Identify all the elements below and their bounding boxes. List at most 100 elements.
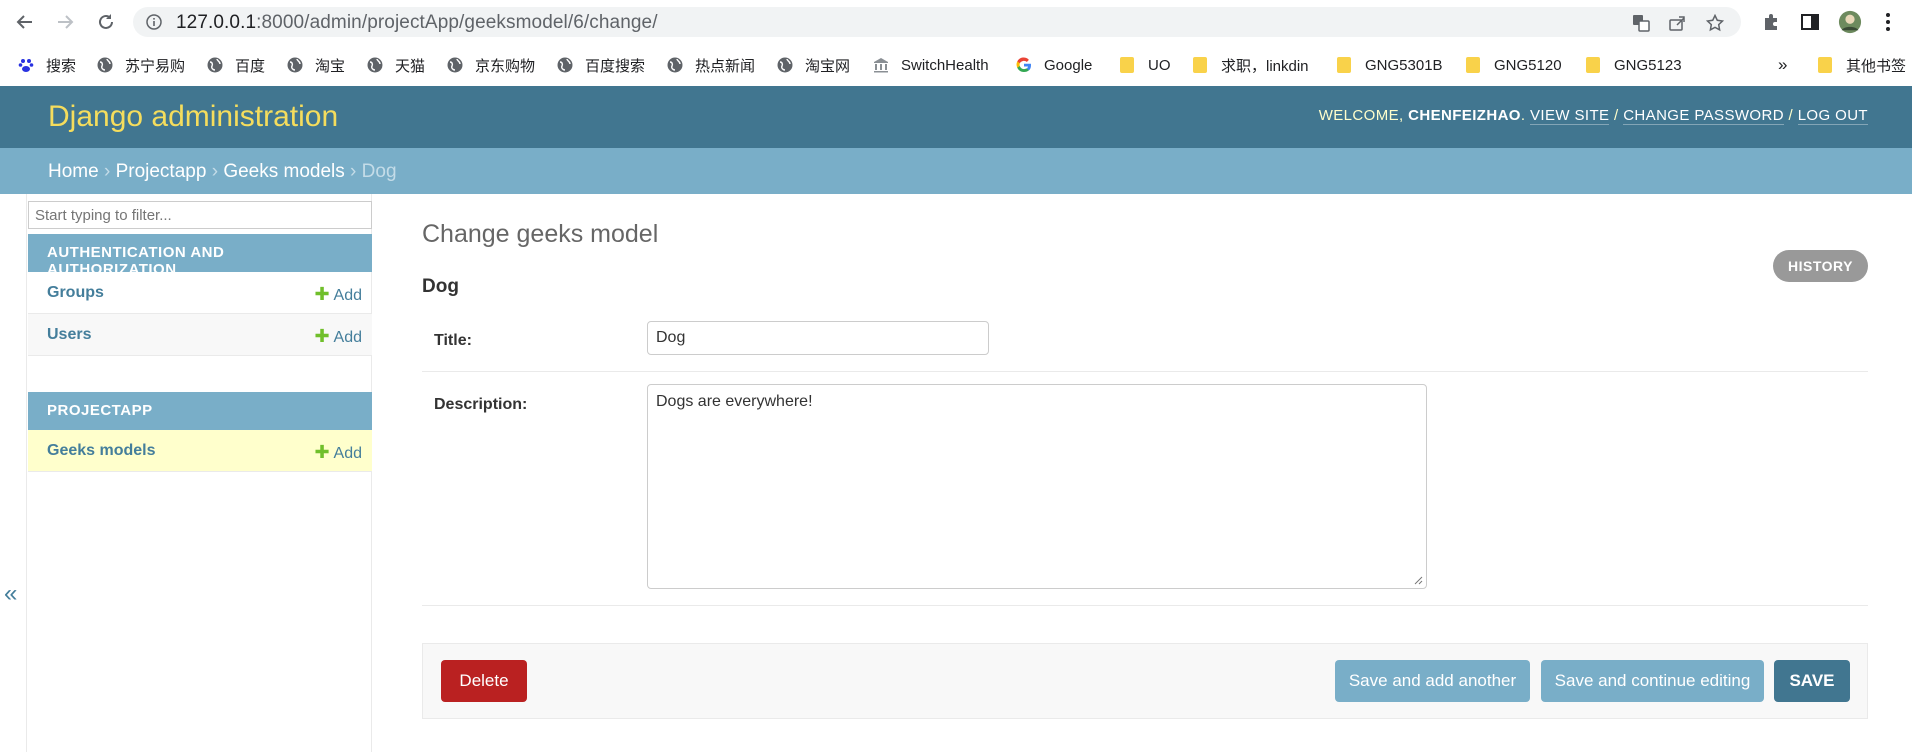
bookmark-folder-jobs[interactable]: 求职，linkdin: [1193, 44, 1309, 86]
groups-add-link[interactable]: ✚ Add: [314, 284, 362, 305]
bookmark-google[interactable]: Google: [1016, 44, 1092, 86]
translate-icon[interactable]: [1631, 13, 1651, 33]
history-button[interactable]: History: [1773, 250, 1868, 282]
bookmark-label: 苏宁易购: [125, 57, 186, 75]
forward-arrow-icon: [58, 15, 74, 29]
bookmark-baidu[interactable]: 百度: [207, 44, 265, 86]
bookmark-label: 求职，linkdin: [1221, 57, 1309, 75]
bookmark-taobao[interactable]: 淘宝: [287, 44, 345, 86]
plus-icon: ✚: [314, 326, 330, 346]
side-panel-icon[interactable]: [1798, 10, 1822, 34]
bookmark-tmall[interactable]: 天猫: [367, 44, 425, 86]
baidu-paw-icon: [18, 57, 34, 73]
sidebar-item-groups: Groups ✚ Add: [28, 272, 372, 314]
plus-icon: ✚: [314, 442, 330, 462]
bookmark-suning[interactable]: 苏宁易购: [97, 44, 185, 86]
add-label: Add: [333, 445, 362, 462]
bookmark-label: GNG5123: [1614, 56, 1682, 74]
add-label: Add: [333, 287, 362, 304]
google-icon: [1016, 57, 1032, 73]
toggle-nav-sidebar[interactable]: «: [4, 580, 17, 608]
history-label: History: [1788, 258, 1853, 274]
module-projectapp-caption[interactable]: Projectapp: [28, 392, 372, 430]
nav-filter-input[interactable]: [28, 201, 372, 229]
folder-icon: [1337, 57, 1351, 73]
other-bookmarks-folder[interactable]: 其他书签: [1818, 44, 1906, 86]
change-password-link[interactable]: Change password: [1623, 107, 1784, 125]
reload-icon: [99, 14, 113, 29]
menu-kebab-icon[interactable]: [1876, 10, 1900, 34]
page-title: Change geeks model: [422, 220, 659, 248]
plus-icon: ✚: [314, 284, 330, 304]
bookmark-jd[interactable]: 京东购物: [447, 44, 535, 86]
save-and-continue-button[interactable]: Save and continue editing: [1541, 660, 1764, 702]
bookmark-folder-gng5301b[interactable]: GNG5301B: [1337, 44, 1443, 86]
bookmark-folder-gng5123[interactable]: GNG5123: [1586, 44, 1682, 86]
title-label: Title:: [434, 332, 472, 349]
description-value: Dogs are everywhere!: [656, 393, 813, 410]
form-row-title: Title:: [422, 314, 1868, 372]
username: chenfeizhao: [1408, 107, 1521, 124]
title-input[interactable]: [647, 321, 989, 355]
bookmark-sousuo[interactable]: 搜索: [18, 44, 76, 86]
module-auth-caption[interactable]: Authentication and Authorization: [28, 234, 372, 278]
breadcrumb-model[interactable]: Geeks models: [223, 161, 344, 182]
bookmarks-bar: 搜索 苏宁易购 百度 淘宝 天猫 京东购物 百度搜索 热点新闻 淘宝网 Swit…: [0, 44, 1912, 86]
reload-button[interactable]: [94, 10, 118, 34]
url-text: 127.0.0.1:8000/admin/projectApp/geeksmod…: [176, 12, 658, 34]
site-info-icon[interactable]: [146, 14, 162, 35]
star-bookmark-icon[interactable]: [1705, 13, 1725, 33]
save-and-add-another-button[interactable]: Save and add another: [1335, 660, 1530, 702]
save-button[interactable]: SAVE: [1774, 660, 1850, 702]
breadcrumb-current: Dog: [361, 161, 397, 182]
profile-avatar[interactable]: [1838, 10, 1862, 34]
breadcrumb: Home › Projectapp › Geeks models › Dog: [0, 148, 1912, 194]
folder-icon: [1586, 57, 1600, 73]
bookmark-baidu-search[interactable]: 百度搜索: [557, 44, 645, 86]
bookmark-label: GNG5301B: [1365, 56, 1443, 74]
address-bar[interactable]: 127.0.0.1:8000/admin/projectApp/geeksmod…: [133, 7, 1741, 37]
admin-header: Django administration Welcome, chenfeizh…: [0, 86, 1912, 148]
bookmark-switchhealth[interactable]: SwitchHealth: [873, 44, 989, 86]
bookmark-label: UO: [1148, 56, 1171, 74]
site-branding[interactable]: Django administration: [48, 100, 338, 134]
groups-link[interactable]: Groups: [47, 284, 104, 302]
bookmark-news[interactable]: 热点新闻: [667, 44, 755, 86]
users-link[interactable]: Users: [47, 326, 91, 344]
extensions-puzzle-icon[interactable]: [1759, 10, 1783, 34]
browser-toolbar: 127.0.0.1:8000/admin/projectApp/geeksmod…: [0, 0, 1912, 44]
bookmark-folder-gng5120[interactable]: GNG5120: [1466, 44, 1562, 86]
welcome-text: Welcome,: [1318, 107, 1404, 124]
folder-icon: [1818, 57, 1832, 73]
back-button[interactable]: [13, 10, 37, 34]
description-label: Description:: [434, 396, 528, 413]
users-add-link[interactable]: ✚ Add: [314, 326, 362, 347]
bookmark-taobao-wang[interactable]: 淘宝网: [777, 44, 850, 86]
delete-button[interactable]: Delete: [441, 660, 527, 702]
bookmark-folder-uo[interactable]: UO: [1120, 44, 1171, 86]
resize-grip-icon[interactable]: [1413, 575, 1423, 585]
view-site-link[interactable]: View site: [1530, 107, 1610, 125]
submit-row: Delete Save and add another Save and con…: [422, 643, 1868, 719]
geeks-models-add-link[interactable]: ✚ Add: [314, 442, 362, 463]
breadcrumb-app[interactable]: Projectapp: [116, 161, 207, 182]
sidebar-item-geeks-models: Geeks models ✚ Add: [28, 430, 372, 472]
bookmark-label: Google: [1044, 56, 1093, 74]
globe-icon: [97, 57, 113, 73]
breadcrumb-separator: ›: [211, 161, 219, 182]
folder-icon: [1466, 57, 1480, 73]
breadcrumb-home[interactable]: Home: [48, 161, 99, 182]
description-textarea[interactable]: Dogs are everywhere!: [647, 384, 1427, 589]
forward-button[interactable]: [53, 10, 77, 34]
object-name: Dog: [422, 276, 459, 297]
breadcrumb-separator: ›: [103, 161, 111, 182]
bookmark-label: 京东购物: [475, 57, 536, 75]
breadcrumb-separator: ›: [350, 161, 357, 182]
bookmarks-overflow-button[interactable]: »: [1778, 44, 1787, 86]
folder-icon: [1120, 57, 1134, 73]
log-out-link[interactable]: Log out: [1797, 107, 1868, 125]
folder-icon: [1193, 57, 1207, 73]
geeks-models-link[interactable]: Geeks models: [47, 442, 156, 460]
share-icon[interactable]: [1667, 13, 1687, 33]
bookmark-label: 热点新闻: [695, 57, 756, 75]
